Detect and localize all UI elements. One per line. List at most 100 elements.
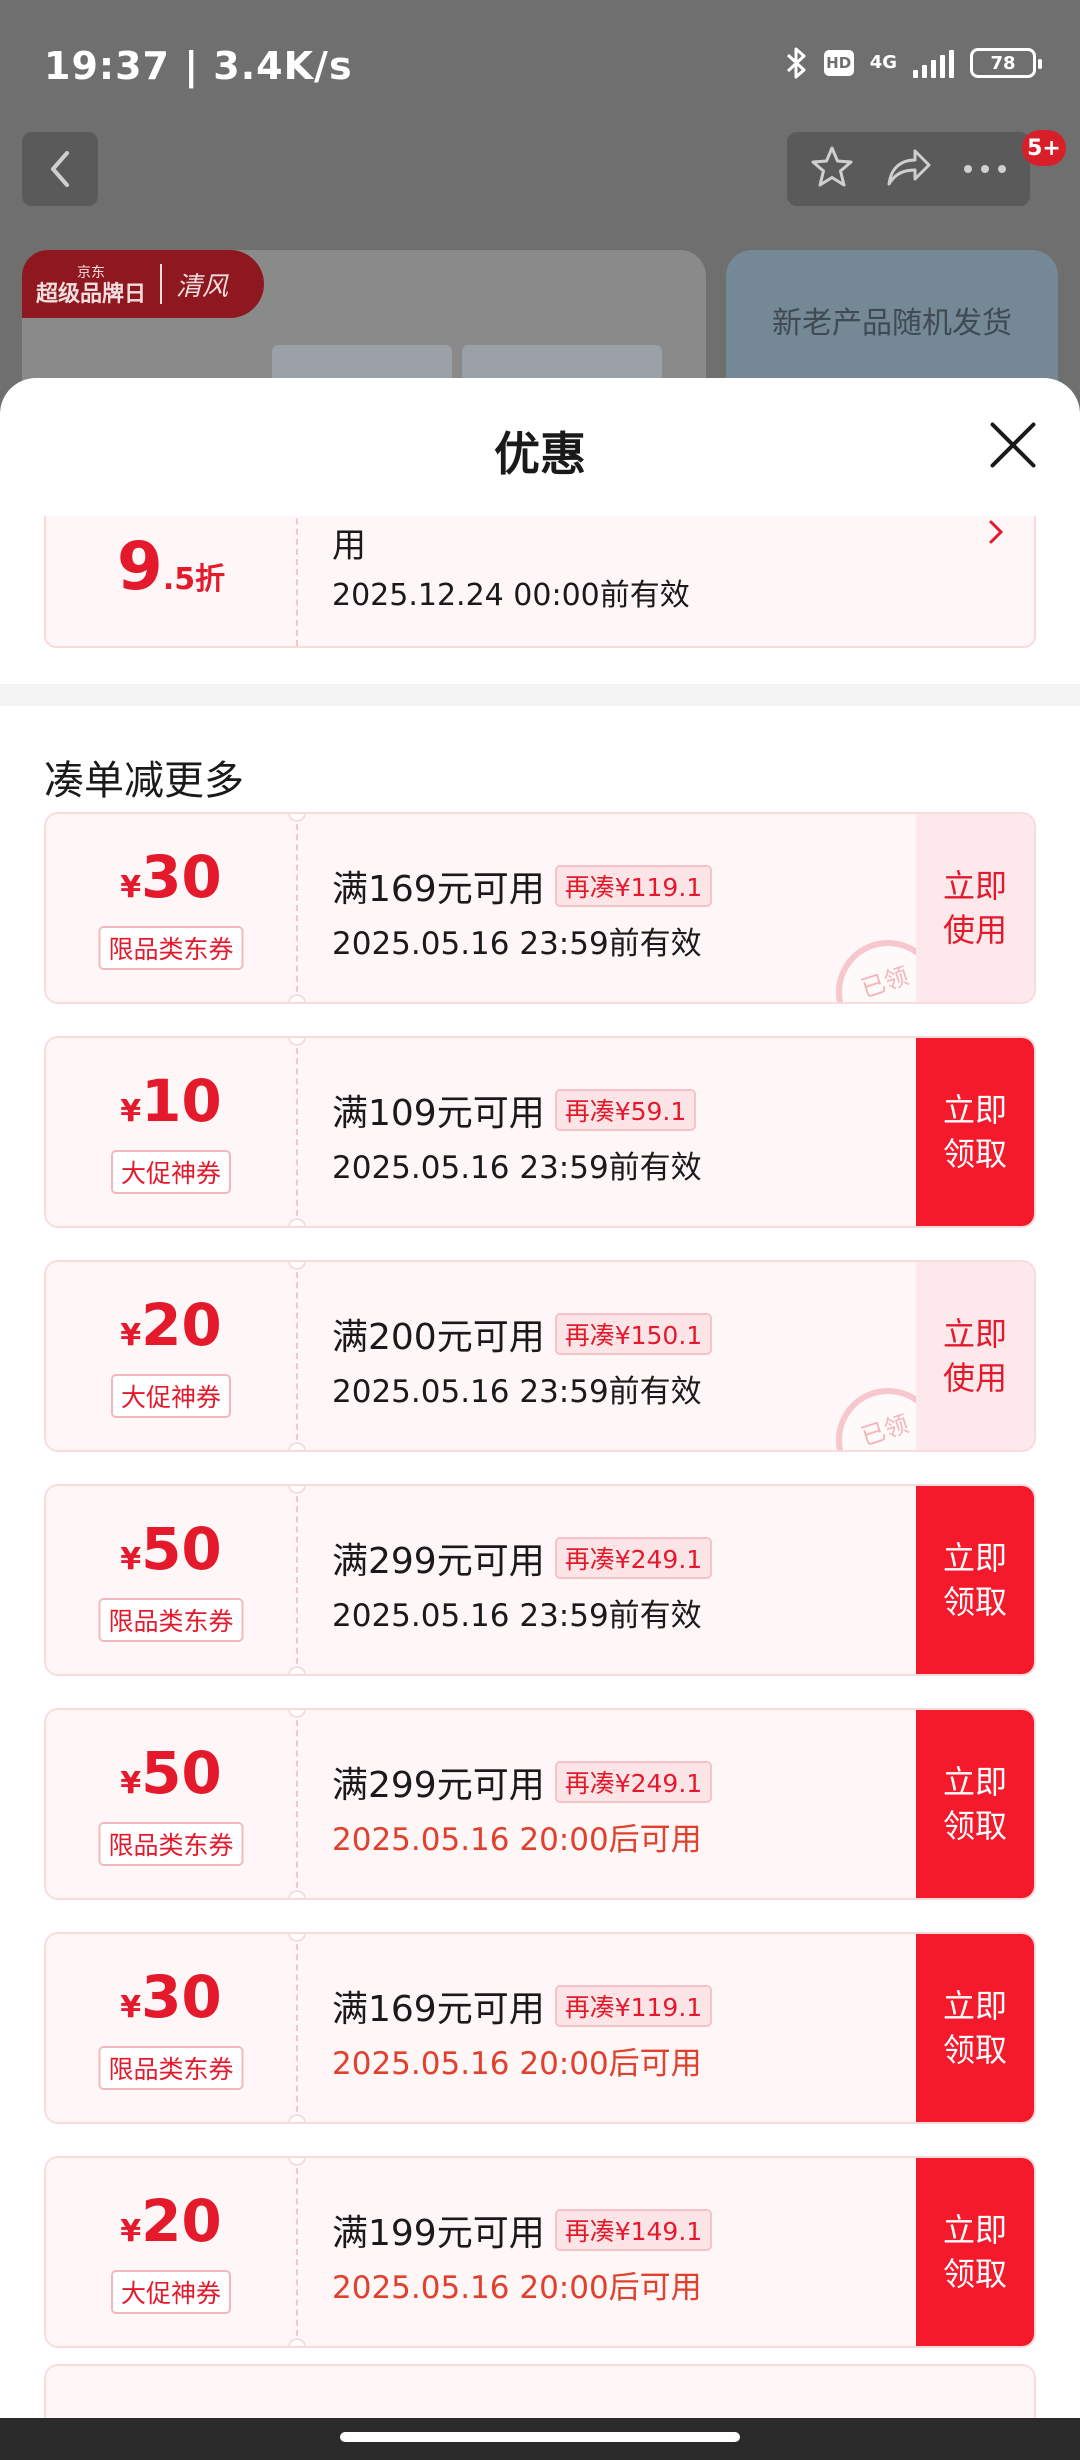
discount-coupon[interactable]: 9.5折 用 2025.12.24 00:00前有效	[44, 516, 1036, 648]
use-now-button[interactable]: 立即 使用	[916, 1262, 1034, 1450]
coupon-amount: ¥20	[46, 1296, 296, 1354]
claim-now-button[interactable]: 立即 领取	[916, 1486, 1034, 1674]
brand-separator	[160, 264, 163, 304]
system-navigation-bar	[0, 2418, 1080, 2460]
coupon-list[interactable]: 9.5折 用 2025.12.24 00:00前有效 凑单减更多 ¥30 限品类东…	[0, 516, 1080, 2460]
network-type-icon: 4G	[869, 52, 897, 73]
claim-now-button[interactable]: 立即 领取	[916, 1038, 1034, 1226]
coupon-condition-row: 满169元可用 再凑¥119.1	[332, 1980, 713, 2032]
coupon-validity: 2025.05.16 20:00后可用	[332, 2046, 702, 2082]
action-label: 立即 使用	[943, 864, 1007, 952]
coupon-card[interactable]: ¥20 大促神券 满200元可用 再凑¥150.1 2025.05.16 23:59前有…	[44, 1260, 1036, 1452]
action-line-2: 领取	[942, 1807, 1007, 1845]
coupon-divider	[296, 1262, 298, 1450]
coupon-notch	[288, 2114, 306, 2122]
coupon-condition: 满299元可用	[332, 1765, 545, 1806]
share-icon[interactable]	[883, 144, 933, 194]
coupon-amount: ¥30	[46, 1968, 296, 2026]
claim-now-button[interactable]: 立即 领取	[916, 1710, 1034, 1898]
coupon-value-block: ¥10 大促神券	[46, 1038, 296, 1226]
coupon-divider	[296, 1710, 298, 1898]
coupon-card[interactable]: ¥50 限品类东券 满299元可用 再凑¥249.1 2025.05.16 23:59前…	[44, 1484, 1036, 1676]
action-line-2: 领取	[942, 2031, 1007, 2069]
action-line-2: 使用	[942, 1359, 1007, 1397]
coupon-amount: ¥10	[46, 1072, 296, 1130]
add-more-badge: 再凑¥59.1	[554, 1089, 697, 1131]
action-label: 立即 领取	[943, 1760, 1007, 1848]
coupon-amount-value: 20	[141, 2187, 222, 2255]
coupon-card[interactable]: ¥30 限品类东券 满169元可用 再凑¥119.1 2025.05.16 20:00后…	[44, 1932, 1036, 2124]
coupon-amount-value: 10	[141, 1067, 222, 1135]
coupon-condition-row: 满109元可用 再凑¥59.1	[332, 1084, 697, 1136]
coupon-condition: 满299元可用	[332, 1541, 545, 1582]
cart-badge: 5+	[1022, 130, 1066, 166]
coupon-card[interactable]: ¥50 限品类东券 满299元可用 再凑¥249.1 2025.05.16 20:00后…	[44, 1708, 1036, 1900]
action-line-1: 立即	[942, 1315, 1007, 1353]
action-line-1: 立即	[942, 1539, 1007, 1577]
coupon-condition: 满199元可用	[332, 2213, 545, 2254]
coupon-value-block: ¥50 限品类东券	[46, 1710, 296, 1898]
section-title: 凑单减更多	[44, 758, 244, 804]
coupon-amount: ¥50	[46, 1520, 296, 1578]
add-more-badge: 再凑¥119.1	[554, 1985, 713, 2027]
status-icons: HD 4G 78	[786, 46, 1042, 80]
background-page: 19:37 | 3.4K/s HD 4G 78 5+ 京东 超级品牌日 清风 新…	[0, 0, 1080, 450]
coupon-value-block: ¥20 大促神券	[46, 1262, 296, 1450]
coupon-type-tag: 限品类东券	[98, 1598, 244, 1642]
coupon-validity: 2025.05.16 20:00后可用	[332, 1822, 702, 1858]
coupon-divider	[296, 1486, 298, 1674]
discount-value: 9.5折	[46, 528, 296, 605]
claim-now-button[interactable]: 立即 领取	[916, 1934, 1034, 2122]
use-now-button[interactable]: 立即 使用	[916, 814, 1034, 1002]
coupon-condition: 满169元可用	[332, 869, 545, 910]
coupon-divider	[296, 516, 298, 646]
coupon-card[interactable]: ¥20 大促神券 满199元可用 再凑¥149.1 2025.05.16 20:00后可…	[44, 2156, 1036, 2348]
currency-symbol: ¥	[120, 2214, 142, 2249]
coupon-amount-value: 30	[141, 1963, 222, 2031]
brand-event: 京东 超级品牌日	[36, 262, 146, 306]
discount-suffix: .5折	[162, 562, 226, 597]
action-line-1: 立即	[942, 1987, 1007, 2025]
action-label: 立即 领取	[943, 1536, 1007, 1624]
action-line-1: 立即	[942, 867, 1007, 905]
action-line-2: 领取	[942, 1583, 1007, 1621]
back-button[interactable]	[22, 132, 98, 206]
favorite-star-icon[interactable]	[809, 144, 855, 194]
brand-event-text: 超级品牌日	[36, 282, 147, 307]
coupon-condition: 满200元可用	[332, 1317, 545, 1358]
coupon-card[interactable]: ¥30 限品类东券 满169元可用 再凑¥119.1 2025.05.16 23:59前…	[44, 812, 1036, 1004]
coupon-notch	[288, 1890, 306, 1898]
action-label: 立即 领取	[943, 1088, 1007, 1176]
add-more-badge: 再凑¥150.1	[554, 1313, 713, 1355]
action-label: 立即 使用	[943, 1312, 1007, 1400]
coupon-amount: ¥20	[46, 2192, 296, 2250]
coupon-type-tag: 限品类东券	[98, 1822, 244, 1866]
coupon-value-block: ¥30 限品类东券	[46, 814, 296, 1002]
action-label: 立即 领取	[943, 1984, 1007, 2072]
top-actions	[787, 132, 1030, 206]
chevron-right-icon[interactable]	[988, 518, 1004, 553]
discount-condition: 用	[332, 526, 366, 566]
coupon-amount-value: 50	[141, 1739, 222, 1807]
coupon-condition-row: 满169元可用 再凑¥119.1	[332, 860, 713, 912]
more-icon[interactable]	[962, 160, 1008, 179]
coupon-condition-row: 满200元可用 再凑¥150.1	[332, 1308, 713, 1360]
chevron-left-icon	[51, 151, 69, 187]
coupon-value-block: ¥30 限品类东券	[46, 1934, 296, 2122]
coupon-amount: ¥30	[46, 848, 296, 906]
add-more-badge: 再凑¥149.1	[554, 2209, 713, 2251]
status-bar: 19:37 | 3.4K/s HD 4G 78	[0, 0, 1080, 135]
home-indicator[interactable]	[340, 2432, 740, 2442]
close-icon[interactable]	[988, 420, 1038, 470]
action-line-1: 立即	[942, 1763, 1007, 1801]
coupon-value-block: ¥20 大促神券	[46, 2158, 296, 2346]
coupon-notch	[288, 1666, 306, 1674]
coupon-type-tag: 大促神券	[110, 1150, 232, 1194]
coupon-card[interactable]: ¥10 大促神券 满109元可用 再凑¥59.1 2025.05.16 23:59前有效…	[44, 1036, 1036, 1228]
coupon-notch	[288, 1442, 306, 1450]
coupon-divider	[296, 1934, 298, 2122]
claim-now-button[interactable]: 立即 领取	[916, 2158, 1034, 2346]
coupon-type-tag: 限品类东券	[98, 2046, 244, 2090]
coupon-sheet: 优惠 9.5折 用 2025.12.24 00:00前有效 凑单减更多 ¥30 限…	[0, 378, 1080, 2460]
coupon-notch	[288, 2338, 306, 2346]
